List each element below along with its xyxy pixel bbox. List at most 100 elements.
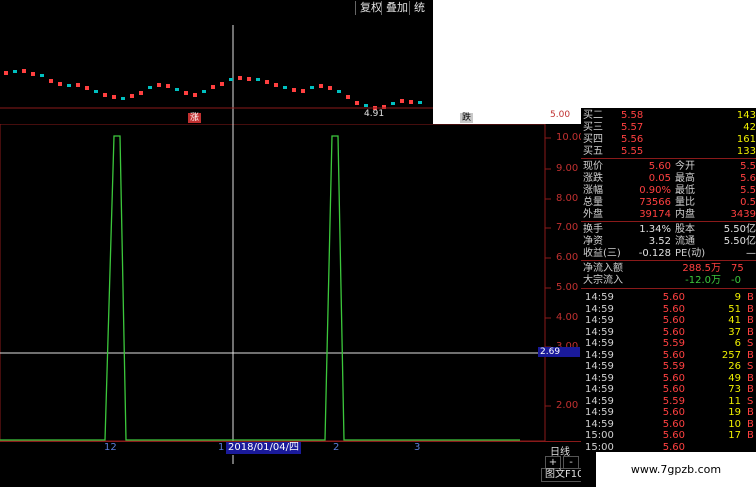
stat-row: 外盘 39174 内盘 3439: [581, 209, 756, 221]
stat-row: 现价 5.60 今开 5.5: [581, 161, 756, 173]
candle: [4, 71, 8, 75]
candle: [175, 88, 179, 91]
stock-terminal-window: 复权 叠加 统 4.91 5.00 涨 跌 10.00 9.00 8.00 7.…: [0, 0, 756, 487]
tick-direction: S: [747, 361, 754, 372]
candle: [346, 95, 350, 99]
tick-price: 5.60: [662, 430, 685, 441]
candle: [283, 86, 287, 89]
flow-label: 净流入额: [583, 263, 623, 274]
kline-axis-label: 5.00: [550, 110, 571, 120]
stat-label-left: 现价: [583, 161, 603, 172]
bid-volume: 42: [743, 122, 756, 133]
candle: [85, 86, 89, 90]
bid-price: 5.58: [621, 110, 644, 121]
tick-price: 5.60: [662, 326, 685, 338]
tick-price: 5.60: [662, 418, 685, 430]
candle: [292, 88, 296, 92]
tick-volume: 51: [728, 303, 741, 315]
fundamental-label-right: PE(动): [675, 248, 706, 259]
stat-value-left: 73566: [639, 197, 671, 208]
candle: [103, 93, 107, 97]
tick-volume: 6: [734, 338, 741, 349]
stat-value-right: 5.6: [740, 173, 756, 184]
candle: [364, 104, 368, 107]
stat-label-right: 量比: [675, 197, 695, 208]
candle: [193, 93, 197, 97]
candle: [40, 74, 44, 77]
tick-time: 14:59: [585, 315, 614, 326]
date-tick-1: 1: [218, 442, 225, 453]
tick-row: 14:59 5.60 73 B: [581, 384, 756, 396]
tick-direction: B: [747, 303, 754, 315]
kline-chart-panel[interactable]: 复权 叠加 统 4.91 5.00: [0, 0, 570, 125]
flow-value: 288.5万: [682, 263, 721, 274]
tick-direction: B: [747, 407, 754, 418]
bid-price: 5.56: [621, 134, 644, 145]
tick-row: 14:59 5.60 257 B: [581, 350, 756, 362]
tick-price: 5.59: [662, 395, 685, 407]
bid-price: 5.57: [621, 122, 644, 133]
candle: [238, 76, 242, 80]
fundamental-value-left: -0.128: [638, 248, 671, 259]
tick-volume: 9: [734, 292, 741, 303]
candle: [409, 100, 413, 104]
bid-volume: 161: [736, 134, 756, 145]
tick-direction: S: [747, 338, 754, 349]
tick-price: 5.60: [662, 292, 685, 303]
candle: [310, 86, 314, 89]
stat-label-left: 涨跌: [583, 173, 603, 184]
fundamental-row: 换手 1.34% 股本 5.50亿: [581, 224, 756, 236]
bid-level-label: 买三: [583, 122, 603, 133]
tick-price: 5.59: [662, 361, 685, 372]
tick-row: 14:59 5.60 19 B: [581, 407, 756, 419]
stat-value-left: 0.05: [648, 173, 671, 184]
bid-level-row: 买三 5.57 42: [581, 122, 756, 134]
tick-volume: 10: [728, 418, 741, 430]
candle: [247, 77, 251, 81]
tick-time: 14:59: [585, 349, 614, 361]
kline-candles: [0, 25, 433, 124]
bid-level-row: 买五 5.55 133: [581, 146, 756, 158]
candle: [67, 84, 71, 87]
tick-volume: 73: [728, 384, 741, 395]
fundamental-value-left: 1.34%: [639, 224, 671, 235]
tick-price: 5.60: [662, 315, 685, 326]
stat-value-right: 5.5: [740, 185, 756, 196]
flow-row: 大宗流入 -12.0万 -0: [581, 275, 756, 287]
indicator-chart-panel[interactable]: 10.00 9.00 8.00 7.00 6.00 5.00 4.00 3.00…: [0, 124, 585, 487]
candle: [58, 82, 62, 86]
candle: [157, 83, 161, 87]
flow-value: -12.0万: [685, 275, 721, 286]
tick-direction: B: [747, 292, 754, 303]
fundamental-value-right: —: [746, 248, 756, 259]
date-tick-3: 3: [414, 442, 421, 453]
fundamental-label-left: 换手: [583, 224, 603, 235]
tick-direction: B: [747, 384, 754, 395]
stat-value-left: 5.60: [648, 161, 671, 172]
tick-direction: B: [747, 430, 754, 441]
bid-level-row: 买四 5.56 161: [581, 134, 756, 146]
candle: [256, 78, 260, 81]
tick-row: 14:59 5.60 51 B: [581, 304, 756, 316]
tick-time: 14:59: [585, 361, 614, 372]
up-marker: 涨: [188, 113, 202, 123]
fundamental-label-right: 股本: [675, 224, 695, 235]
candle: [130, 94, 134, 98]
tick-time: 14:59: [585, 326, 614, 338]
stat-value-left: 39174: [639, 209, 671, 220]
fundamental-value-left: 3.52: [648, 236, 671, 247]
stat-row: 总量 73566 量比 0.5: [581, 197, 756, 209]
candle: [121, 97, 125, 100]
axis-label-8: 8.00: [556, 193, 579, 204]
candle: [301, 89, 305, 93]
axis-label-9: 9.00: [556, 163, 579, 174]
tick-row: 14:59 5.59 11 S: [581, 396, 756, 408]
tick-row: 14:59 5.59 26 S: [581, 361, 756, 373]
axis-label-2: 2.00: [556, 400, 579, 411]
tick-time: 14:59: [585, 407, 614, 418]
candle: [139, 91, 143, 95]
tick-volume: 19: [728, 407, 741, 418]
fundamental-label-right: 流通: [675, 236, 695, 247]
flow-extra: -0: [731, 275, 741, 286]
axis-label-4: 4.00: [556, 312, 579, 323]
